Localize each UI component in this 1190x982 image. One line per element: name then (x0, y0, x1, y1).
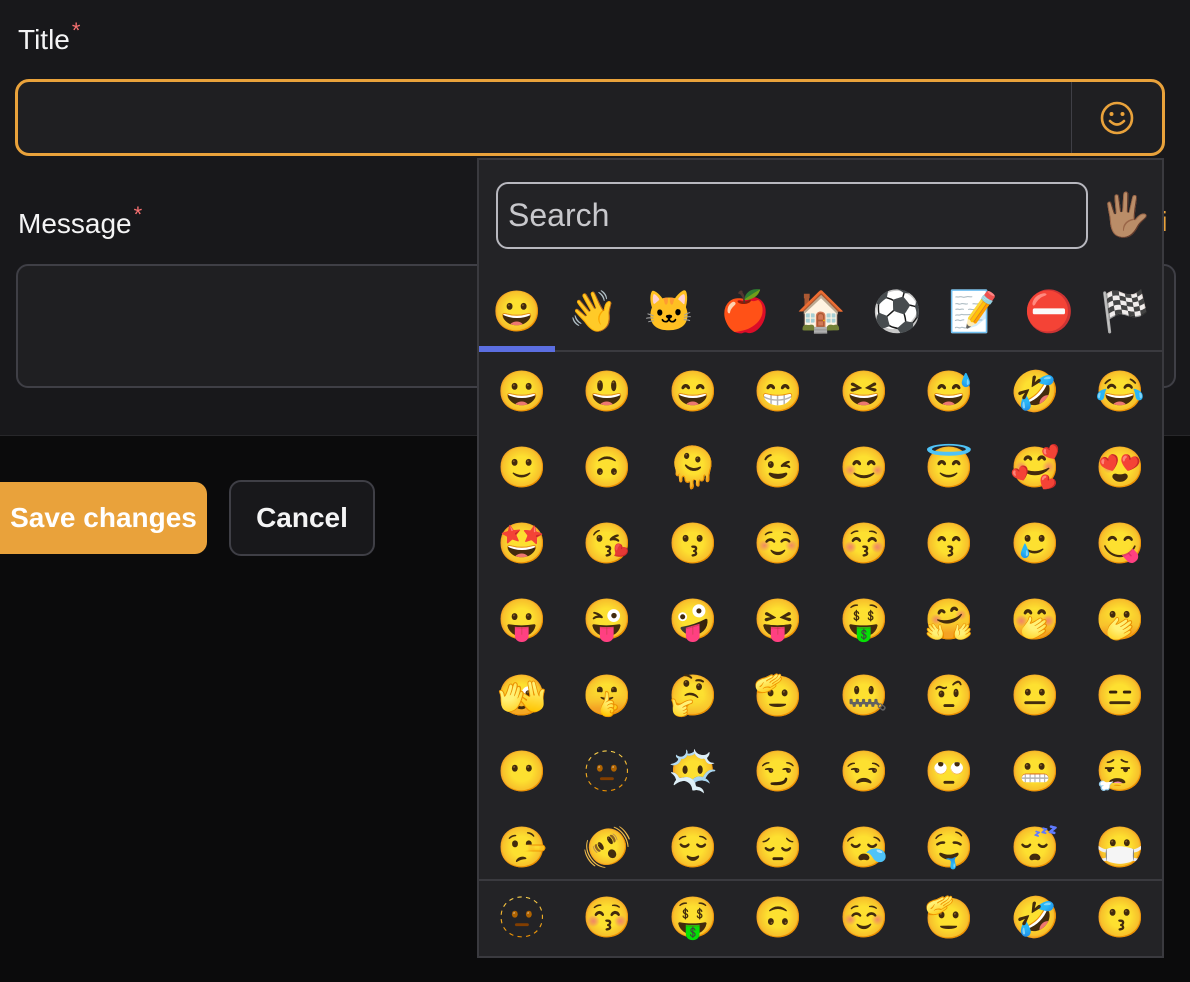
emoji-cell[interactable]: 😏 (735, 734, 821, 810)
emoji-cell[interactable]: 😊 (821, 430, 907, 506)
category-tab[interactable]: ⛔ (1011, 270, 1087, 352)
emoji-cell[interactable]: 🙃 (564, 430, 650, 506)
required-mark: * (133, 202, 143, 227)
emoji-picker-button[interactable] (1072, 82, 1162, 153)
emoji-cell[interactable]: 🤑 (821, 582, 907, 658)
recent-emoji-cell[interactable]: 🙃 (735, 880, 821, 956)
emoji-cell[interactable]: 🤗 (906, 582, 992, 658)
emoji-cell[interactable]: 🥰 (992, 430, 1078, 506)
emoji-cell[interactable]: 😄 (650, 354, 736, 430)
emoji-cell[interactable]: 😮‍💨 (1077, 734, 1163, 810)
emoji-cell[interactable]: 😷 (1077, 810, 1163, 886)
title-label: Title* (18, 18, 81, 55)
emoji-cell[interactable]: 🫨 (564, 810, 650, 886)
emoji-cell[interactable]: 😶‍🌫️ (650, 734, 736, 810)
emoji-cell[interactable]: 😗 (650, 506, 736, 582)
emoji-cell[interactable]: 😇 (906, 430, 992, 506)
emoji-cell[interactable]: ☺️ (735, 506, 821, 582)
message-label: Message* (18, 202, 143, 239)
emoji-cell[interactable]: 😚 (821, 506, 907, 582)
emoji-cell[interactable]: 😐 (992, 658, 1078, 734)
category-tab[interactable]: 📝 (935, 270, 1011, 352)
category-tab[interactable]: 👋 (555, 270, 631, 352)
emoji-cell[interactable]: 🤥 (479, 810, 565, 886)
cancel-button[interactable]: Cancel (229, 480, 375, 556)
emoji-cell[interactable]: 🫠 (650, 430, 736, 506)
emoji-cell[interactable]: 😝 (735, 582, 821, 658)
emoji-cell[interactable]: 😪 (821, 810, 907, 886)
emoji-cell[interactable]: 🤤 (906, 810, 992, 886)
emoji-cell[interactable]: 😒 (821, 734, 907, 810)
emoji-cell[interactable]: 😃 (564, 354, 650, 430)
emoji-cell[interactable]: 🫣 (479, 658, 565, 734)
emoji-cell[interactable]: 😋 (1077, 506, 1163, 582)
emoji-cell[interactable]: 😑 (1077, 658, 1163, 734)
emoji-cell[interactable]: 😴 (992, 810, 1078, 886)
emoji-cell[interactable]: 😁 (735, 354, 821, 430)
emoji-cell[interactable]: 😬 (992, 734, 1078, 810)
emoji-cell[interactable]: 🙂 (479, 430, 565, 506)
category-tab[interactable]: ⚽ (859, 270, 935, 352)
smiley-icon (1100, 101, 1134, 134)
required-mark: * (71, 18, 81, 43)
emoji-cell[interactable]: 😀 (479, 354, 565, 430)
emoji-cell[interactable]: 🫢 (1077, 582, 1163, 658)
emoji-cell[interactable]: 🥲 (992, 506, 1078, 582)
emoji-cell[interactable]: 😂 (1077, 354, 1163, 430)
recent-emoji-cell[interactable]: 🫥 (479, 880, 565, 956)
emoji-cell[interactable]: 🫡 (735, 658, 821, 734)
emoji-cell[interactable]: 😜 (564, 582, 650, 658)
emoji-cell[interactable]: 😙 (906, 506, 992, 582)
emoji-search-input[interactable] (498, 184, 1086, 247)
category-tab[interactable]: 🍎 (707, 270, 783, 352)
emoji-cell[interactable]: 🤩 (479, 506, 565, 582)
emoji-cell[interactable]: 😌 (650, 810, 736, 886)
emoji-cell[interactable]: 🤫 (564, 658, 650, 734)
recent-emoji-cell[interactable]: ☺️ (821, 880, 907, 956)
recent-emoji-cell[interactable]: 🤣 (992, 880, 1078, 956)
emoji-cell[interactable]: 😘 (564, 506, 650, 582)
emoji-cell[interactable]: 🤐 (821, 658, 907, 734)
emoji-cell[interactable]: 🤪 (650, 582, 736, 658)
emoji-cell[interactable]: 😅 (906, 354, 992, 430)
emoji-cell[interactable]: 🤣 (992, 354, 1078, 430)
emoji-cell[interactable]: 😆 (821, 354, 907, 430)
recent-emoji-cell[interactable]: 🫡 (906, 880, 992, 956)
title-input[interactable] (15, 79, 1165, 156)
category-tab[interactable]: 😀 (479, 270, 555, 352)
category-tab[interactable]: 🏁 (1087, 270, 1163, 352)
emoji-cell[interactable]: 🤨 (906, 658, 992, 734)
category-tabs: 😀 👋 🐱 🍎 🏠 ⚽ 📝 ⛔ 🏁 (479, 270, 1162, 352)
emoji-picker: 🖐🏽 😀👋🐱🍎🏠⚽📝⛔🏁 😀😃😄😁😆😅🤣😂🙂🙃🫠😉😊😇🥰😍🤩😘😗☺️😚😙🥲😋😛😜… (477, 158, 1164, 958)
category-tab[interactable]: 🏠 (783, 270, 859, 352)
recent-emoji-cell[interactable]: 😚 (564, 880, 650, 956)
emoji-cell[interactable]: 🤭 (992, 582, 1078, 658)
emoji-cell[interactable]: 🤔 (650, 658, 736, 734)
emoji-cell[interactable]: 😍 (1077, 430, 1163, 506)
emoji-search[interactable] (496, 182, 1088, 249)
skin-tone-button[interactable]: 🖐🏽 (1099, 190, 1151, 240)
emoji-cell[interactable]: 😔 (735, 810, 821, 886)
emoji-cell[interactable]: 🙄 (906, 734, 992, 810)
emoji-cell[interactable]: 🫥 (564, 734, 650, 810)
emoji-cell[interactable]: 😶 (479, 734, 565, 810)
emoji-cell[interactable]: 😛 (479, 582, 565, 658)
recent-emoji-cell[interactable]: 😗 (1077, 880, 1163, 956)
category-tab[interactable]: 🐱 (631, 270, 707, 352)
save-button[interactable]: Save changes (0, 482, 207, 554)
emoji-cell[interactable]: 😉 (735, 430, 821, 506)
recent-emoji-cell[interactable]: 🤑 (650, 880, 736, 956)
